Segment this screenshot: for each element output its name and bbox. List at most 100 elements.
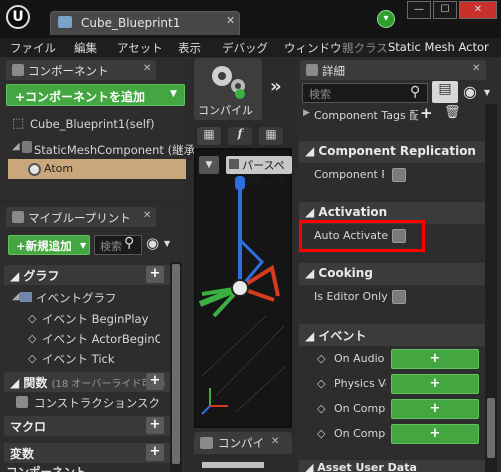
menu-view[interactable]: 表示 xyxy=(178,40,201,56)
property-matrix-icon[interactable]: ▤ xyxy=(432,81,458,103)
tab-my-blueprint[interactable]: マイブループリント xyxy=(6,207,156,227)
component-self[interactable]: Cube_Blueprint1(self) xyxy=(30,117,155,131)
cooking-section[interactable]: ◢ Cooking xyxy=(299,263,485,285)
add-on-component-deactivated-button[interactable]: + xyxy=(391,424,479,444)
details-scroll-thumb[interactable] xyxy=(487,398,495,458)
search-icon[interactable]: ⚲ xyxy=(410,84,420,100)
close-my-blueprint-tab-icon[interactable]: ✕ xyxy=(143,210,151,221)
add-physics-volume-changed-button[interactable]: + xyxy=(391,374,479,394)
event-graph-icon xyxy=(20,292,32,302)
graph-section-label: グラフ xyxy=(23,269,60,283)
close-components-tab-icon[interactable]: ✕ xyxy=(143,63,151,74)
add-graph-button[interactable]: + xyxy=(146,266,164,283)
collapse-arrow-icon: ◢ xyxy=(305,144,319,158)
add-function-button[interactable]: + xyxy=(146,373,164,390)
expand-arrow-icon[interactable]: ◢ xyxy=(12,291,20,302)
viewport-grid-icon[interactable]: ▦ xyxy=(197,127,221,145)
add-element-icon[interactable]: + xyxy=(420,104,433,122)
menu-parent-class[interactable]: 親クラス xyxy=(342,40,388,56)
add-on-audio-finished-button[interactable]: + xyxy=(391,349,479,369)
close-compiler-tab-icon[interactable]: ✕ xyxy=(271,436,279,447)
function-graph-icon[interactable]: f xyxy=(228,127,252,145)
unreal-logo-icon[interactable]: U xyxy=(6,5,30,29)
component-atom-label: Atom xyxy=(44,162,74,175)
add-macro-button[interactable]: + xyxy=(146,417,164,434)
function-icon xyxy=(16,396,28,408)
component-static-mesh[interactable]: StaticMeshComponent (継承) xyxy=(34,142,200,158)
tab-details[interactable]: 詳細 xyxy=(300,60,486,80)
events-section[interactable]: ◢ イベント xyxy=(299,324,485,346)
components-category[interactable]: コンポーネント xyxy=(6,464,87,472)
search-icon[interactable]: ⚲ xyxy=(124,235,134,251)
components-tab-icon xyxy=(12,64,24,76)
on-component-activated-label: On Component Activated xyxy=(334,402,386,415)
menu-edit[interactable]: 編集 xyxy=(74,40,97,56)
tab-components[interactable]: コンポーネント xyxy=(6,60,156,80)
eye-icon[interactable]: ◉ xyxy=(463,82,477,101)
asset-user-data-section[interactable]: ◢ Asset User Data xyxy=(299,460,485,472)
is-editor-only-checkbox[interactable] xyxy=(392,290,406,304)
event-icon: ◇ xyxy=(317,377,326,390)
chevron-down-icon[interactable]: ▼ xyxy=(484,88,490,97)
my-blueprint-tab-label: マイブループリント xyxy=(28,211,131,225)
close-window-button[interactable]: ✕ xyxy=(459,1,497,19)
menu-asset[interactable]: アセット xyxy=(117,40,163,56)
components-tab-label: コンポーネント xyxy=(28,64,109,78)
component-replication-section[interactable]: ◢ Component Replication xyxy=(299,141,485,163)
close-tab-icon[interactable]: ✕ xyxy=(226,14,235,27)
events-title: イベント xyxy=(318,329,367,343)
blueprint-scroll-thumb[interactable] xyxy=(172,264,180,464)
blueprint-tab-icon xyxy=(12,211,24,223)
details-tab-label: 詳細 xyxy=(322,64,345,78)
component-replicates-checkbox[interactable] xyxy=(392,168,406,182)
collapse-arrow-icon: ◢ xyxy=(305,205,319,219)
event-icon: ◇ xyxy=(317,352,326,365)
macros-section-label: マクロ xyxy=(10,420,47,434)
compile-label: コンパイル xyxy=(198,104,253,117)
maximize-button[interactable]: ☐ xyxy=(433,1,457,19)
menu-window[interactable]: ウィンドウ xyxy=(284,40,342,56)
variables-section-label: 変数 xyxy=(10,447,35,461)
trash-icon[interactable]: 🗑 xyxy=(444,105,461,120)
add-component-button[interactable]: +コンポーネントを追加 xyxy=(6,84,185,106)
source-control-status-icon[interactable]: ▾ xyxy=(377,10,395,28)
collapse-arrow-icon: ◢ xyxy=(10,269,24,283)
static-mesh-icon xyxy=(22,141,32,153)
collapse-arrow-icon: ◢ xyxy=(305,266,319,280)
menu-file[interactable]: ファイル xyxy=(10,40,56,56)
on-audio-finished-label: On Audio Finished xyxy=(334,352,386,365)
event-begin-play[interactable]: イベント BeginPlay xyxy=(42,311,148,327)
menu-debug[interactable]: デバッグ xyxy=(222,40,268,56)
toolbar-overflow-chevron[interactable]: » xyxy=(270,76,282,97)
sphere-icon xyxy=(28,163,41,176)
expand-arrow-icon[interactable]: ▶ xyxy=(303,108,310,118)
event-actor-begin-overlap[interactable]: イベント ActorBeginOverlap xyxy=(42,331,160,347)
construction-script-item[interactable]: コンストラクションスクリプト xyxy=(34,395,162,411)
component-replication-title: Component Replication xyxy=(318,144,476,158)
add-variable-button[interactable]: + xyxy=(146,444,164,461)
minimize-button[interactable]: — xyxy=(407,1,431,19)
compiler-tab-icon xyxy=(200,437,213,449)
component-tags-label: Component Tags 配列 xyxy=(314,109,418,122)
document-tab[interactable]: Cube_Blueprint1 xyxy=(50,11,240,35)
asset-user-data-title: Asset User Data xyxy=(317,461,417,472)
transform-gizmo-icon xyxy=(198,176,287,415)
eye-icon[interactable]: ◉ xyxy=(146,234,159,252)
event-graph-item[interactable]: イベントグラフ xyxy=(36,290,117,306)
event-icon: ◇ xyxy=(28,312,37,325)
event-tick[interactable]: イベント Tick xyxy=(42,351,115,367)
on-component-deactivated-label: On Component Deactivated xyxy=(334,427,386,440)
functions-section-label: 関数 xyxy=(23,376,48,390)
chevron-down-icon[interactable]: ▼ xyxy=(80,241,86,250)
close-details-tab-icon[interactable]: ✕ xyxy=(472,63,480,74)
expand-arrow-icon[interactable]: ◢ xyxy=(12,141,20,152)
chevron-down-icon[interactable]: ▼ xyxy=(170,89,177,99)
add-on-component-activated-button[interactable]: + xyxy=(391,399,479,419)
cooking-title: Cooking xyxy=(318,266,373,280)
event-graph-tab-icon[interactable]: ▦ xyxy=(259,127,283,145)
parent-class-value[interactable]: Static Mesh Actor xyxy=(388,40,489,54)
blueprint-search-input[interactable]: 検索 xyxy=(94,235,142,255)
new-add-button[interactable]: +新規追加 xyxy=(8,235,90,255)
chevron-down-icon[interactable]: ▼ xyxy=(164,239,170,248)
viewport-options-dropdown[interactable]: ▼ xyxy=(199,156,219,174)
